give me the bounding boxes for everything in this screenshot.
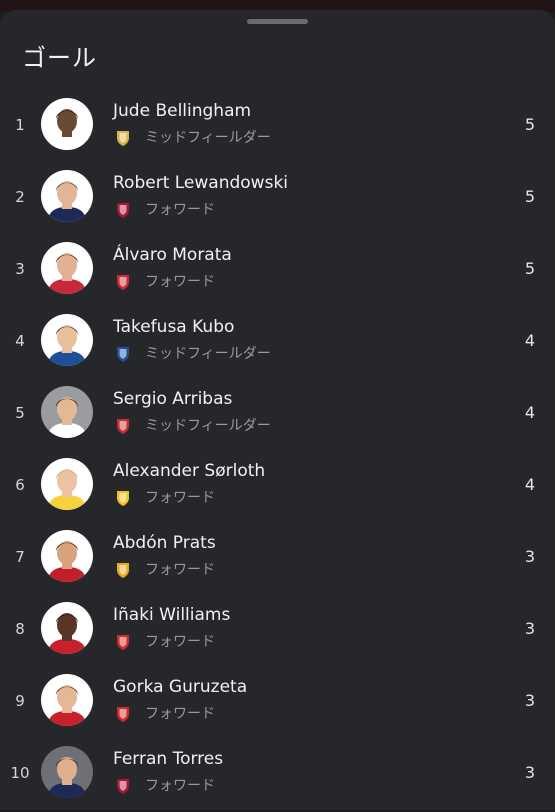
- player-photo-icon: [47, 325, 87, 366]
- player-position: フォワード: [145, 274, 215, 290]
- player-avatar: [41, 314, 93, 366]
- bottom-sheet: ゴール 1 Jude Bellingham ミッドフィールダー 5 2 Robert Le…: [0, 10, 555, 810]
- player-list: 1 Jude Bellingham ミッドフィールダー 5 2 Robert Lewand…: [0, 92, 555, 812]
- player-name: Álvaro Morata: [113, 245, 232, 265]
- player-name: Ferran Torres: [113, 749, 224, 769]
- player-name: Jude Bellingham: [113, 101, 252, 121]
- player-rank: 9: [15, 692, 25, 710]
- player-position: フォワード: [145, 706, 215, 722]
- barcelona-crest-icon: [114, 777, 132, 795]
- goal-count: 5: [524, 259, 535, 278]
- player-avatar: [41, 386, 93, 438]
- player-photo-icon: [47, 253, 87, 294]
- player-photo-icon: [47, 397, 87, 438]
- player-rank: 7: [15, 548, 25, 566]
- player-avatar: [41, 242, 93, 294]
- page-title: ゴール: [22, 44, 97, 72]
- player-rank: 1: [15, 116, 25, 134]
- mallorca-crest-icon: [114, 561, 132, 579]
- player-avatar: [41, 98, 93, 150]
- player-rank: 6: [15, 476, 25, 494]
- player-name: Sergio Arribas: [113, 389, 233, 409]
- villarreal-crest-icon: [114, 489, 132, 507]
- player-avatar: [41, 530, 93, 582]
- player-row[interactable]: 9 Gorka Guruzeta フォワード 3: [0, 668, 555, 740]
- player-position: フォワード: [145, 490, 215, 506]
- player-photo-icon: [47, 109, 87, 150]
- player-photo-icon: [47, 757, 87, 798]
- player-avatar: [41, 170, 93, 222]
- goal-count: 4: [524, 475, 535, 494]
- real-madrid-crest-icon: [114, 129, 132, 147]
- goal-count: 3: [524, 691, 535, 710]
- player-avatar: [41, 602, 93, 654]
- player-photo-icon: [47, 181, 87, 222]
- player-row[interactable]: 8 Iñaki Williams フォワード 3: [0, 596, 555, 668]
- player-photo-icon: [47, 685, 87, 726]
- player-position: フォワード: [145, 562, 215, 578]
- player-row[interactable]: 3 Álvaro Morata フォワード 5: [0, 236, 555, 308]
- player-rank: 8: [15, 620, 25, 638]
- player-row[interactable]: 4 Takefusa Kubo ミッドフィールダー 4: [0, 308, 555, 380]
- goal-count: 3: [524, 619, 535, 638]
- goal-count: 5: [524, 187, 535, 206]
- player-rank: 2: [15, 188, 25, 206]
- goal-count: 4: [524, 331, 535, 350]
- athletic-club-crest-icon: [114, 633, 132, 651]
- player-name: Iñaki Williams: [113, 605, 231, 625]
- player-rank: 10: [10, 764, 30, 782]
- atletico-madrid-crest-icon: [114, 273, 132, 291]
- goal-count: 3: [524, 547, 535, 566]
- player-name: Alexander Sørloth: [113, 461, 266, 481]
- player-row[interactable]: 1 Jude Bellingham ミッドフィールダー 5: [0, 92, 555, 164]
- goal-count: 3: [524, 763, 535, 782]
- player-position: ミッドフィールダー: [145, 418, 271, 434]
- player-avatar: [41, 746, 93, 798]
- player-rank: 4: [15, 332, 25, 350]
- player-name: Abdón Prats: [113, 533, 216, 553]
- player-position: フォワード: [145, 202, 215, 218]
- athletic-club-crest-icon: [114, 705, 132, 723]
- player-position: ミッドフィールダー: [145, 130, 271, 146]
- player-row[interactable]: 7 Abdón Prats フォワード 3: [0, 524, 555, 596]
- goal-count: 5: [524, 115, 535, 134]
- goal-count: 4: [524, 403, 535, 422]
- barcelona-crest-icon: [114, 201, 132, 219]
- player-avatar: [41, 674, 93, 726]
- player-name: Gorka Guruzeta: [113, 677, 248, 697]
- player-row[interactable]: 10 Ferran Torres フォワード 3: [0, 740, 555, 812]
- player-name: Takefusa Kubo: [113, 317, 235, 337]
- player-position: ミッドフィールダー: [145, 346, 271, 362]
- real-sociedad-crest-icon: [114, 345, 132, 363]
- player-position: フォワード: [145, 778, 215, 794]
- player-photo-icon: [47, 469, 87, 510]
- player-row[interactable]: 2 Robert Lewandowski フォワード 5: [0, 164, 555, 236]
- player-photo-icon: [47, 613, 87, 654]
- player-rank: 3: [15, 260, 25, 278]
- player-photo-icon: [47, 541, 87, 582]
- drag-handle[interactable]: [247, 19, 308, 24]
- almeria-crest-icon: [114, 417, 132, 435]
- player-avatar: [41, 458, 93, 510]
- player-rank: 5: [15, 404, 25, 422]
- player-row[interactable]: 5 Sergio Arribas ミッドフィールダー 4: [0, 380, 555, 452]
- player-name: Robert Lewandowski: [113, 173, 289, 193]
- player-row[interactable]: 6 Alexander Sørloth フォワード 4: [0, 452, 555, 524]
- player-position: フォワード: [145, 634, 215, 650]
